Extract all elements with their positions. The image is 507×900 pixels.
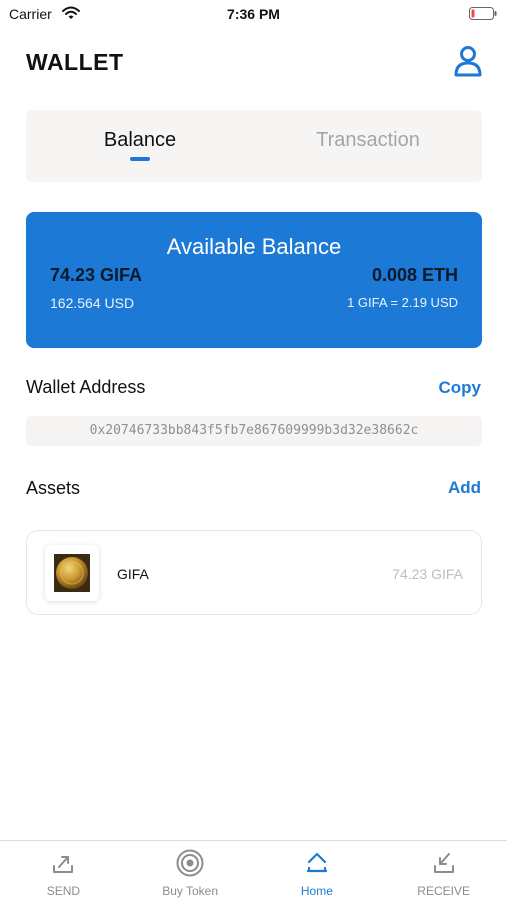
receive-icon [433,853,454,873]
add-asset-button[interactable]: Add [448,478,481,498]
nav-label: Buy Token [162,884,219,898]
tab-transaction[interactable]: Transaction [254,110,482,182]
bottom-nav: SEND Buy Token Home RECEIVE [0,840,507,900]
nav-receive[interactable]: RECEIVE [380,841,507,900]
page-title: WALLET [26,49,124,75]
usd-balance: 162.564 USD [50,295,135,311]
asset-name: GIFA [117,566,149,582]
asset-item[interactable]: GIFA 74.23 GIFA [26,530,482,615]
nav-buy-token[interactable]: Buy Token [127,841,254,900]
wallet-address-field[interactable]: 0x20746733bb843f5fb7e867609999b3d32e3866… [26,416,482,446]
battery-icon [469,7,497,20]
nav-home[interactable]: Home [254,841,381,900]
wallet-address-label: Wallet Address [26,377,146,397]
target-icon [176,849,204,877]
user-icon [454,46,482,77]
status-bar: Carrier 7:36 PM [0,0,507,28]
asset-amount: 74.23 GIFA [392,566,463,582]
assets-label: Assets [26,478,81,498]
gifa-balance: 74.23 GIFA [50,265,143,285]
nav-label: Home [300,884,333,898]
tab-label: Balance [103,129,177,151]
nav-label: RECEIVE [417,884,470,898]
balance-card-title: Available Balance [166,234,342,259]
tab-balance[interactable]: Balance [26,110,254,182]
status-time: 7:36 PM [227,6,280,22]
copy-button[interactable]: Copy [439,378,482,398]
asset-logo [45,545,99,601]
tab-active-indicator [130,157,150,161]
exchange-rate: 1 GIFA = 2.19 USD [347,295,458,310]
nav-send[interactable]: SEND [0,841,127,900]
eth-balance: 0.008 ETH [371,265,458,285]
profile-button[interactable] [453,44,483,78]
send-icon [53,856,74,873]
app-header: WALLET [26,44,483,84]
tab-bar: Balance Transaction [26,110,482,182]
tab-label: Transaction [316,129,420,151]
home-icon [306,852,327,873]
nav-label: SEND [46,884,81,898]
balance-card: Available Balance 74.23 GIFA 0.008 ETH 1… [26,212,482,348]
gold-coin-icon [54,554,90,592]
